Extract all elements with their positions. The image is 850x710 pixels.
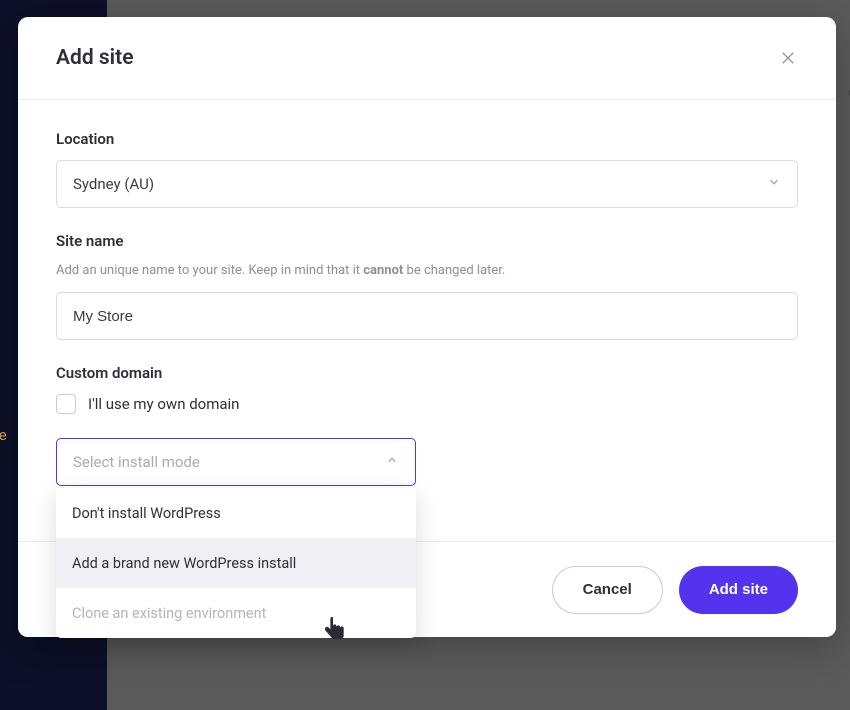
chevron-up-icon <box>385 453 399 471</box>
add-site-modal: Add site Location Sydney (AU) Site name … <box>18 17 836 637</box>
add-site-button[interactable]: Add site <box>679 566 798 614</box>
install-mode-select[interactable]: Select install mode <box>56 438 416 486</box>
custom-domain-label: Custom domain <box>56 364 798 382</box>
own-domain-row[interactable]: I'll use my own domain <box>56 394 798 414</box>
close-icon <box>779 49 797 67</box>
install-mode-dropdown: Don't install WordPress Add a brand new … <box>56 488 416 638</box>
site-name-label: Site name <box>56 232 798 250</box>
install-mode-field: Select install mode Don't install WordPr… <box>56 438 416 486</box>
close-button[interactable] <box>774 44 802 72</box>
location-label: Location <box>56 130 798 148</box>
install-option-clone[interactable]: Clone an existing environment <box>56 588 416 638</box>
site-name-input[interactable] <box>56 292 798 340</box>
modal-body: Location Sydney (AU) Site name Add an un… <box>18 100 836 496</box>
location-value: Sydney (AU) <box>73 175 154 193</box>
install-mode-placeholder: Select install mode <box>73 453 200 471</box>
cancel-button[interactable]: Cancel <box>552 566 663 614</box>
site-name-helper: Add an unique name to your site. Keep in… <box>56 262 798 280</box>
custom-domain-field: Custom domain I'll use my own domain <box>56 364 798 414</box>
install-option-none[interactable]: Don't install WordPress <box>56 488 416 538</box>
chevron-down-icon <box>767 175 781 193</box>
own-domain-checkbox[interactable] <box>56 394 76 414</box>
own-domain-checkbox-label: I'll use my own domain <box>88 395 239 413</box>
modal-title: Add site <box>56 46 134 70</box>
cursor-pointer-icon <box>323 615 347 641</box>
install-option-new-wordpress[interactable]: Add a brand new WordPress install <box>56 538 416 588</box>
site-name-field: Site name Add an unique name to your sit… <box>56 232 798 340</box>
location-select[interactable]: Sydney (AU) <box>56 160 798 208</box>
background-text-left: se <box>0 426 8 444</box>
modal-header: Add site <box>18 17 836 100</box>
location-field: Location Sydney (AU) <box>56 130 798 208</box>
